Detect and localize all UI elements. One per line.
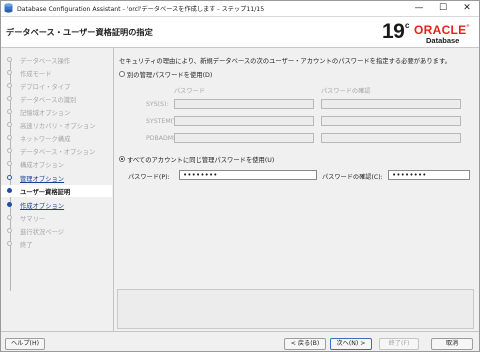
step-label: データベースの識別 (20, 97, 77, 104)
confirm-column-header: パスワードの確認 (321, 88, 371, 95)
pdbadmin-password-field[interactable] (174, 133, 314, 143)
confirm-password-field[interactable]: •••••••• (388, 170, 470, 180)
step-item-network-config: ネットワーク構成 (1, 132, 112, 144)
confirm-password-label: パスワードの確認(C): (322, 174, 383, 181)
pdbadmin-confirm-field[interactable] (321, 133, 461, 143)
sys-label: SYS(S): (146, 101, 169, 108)
system-confirm-field[interactable] (321, 116, 461, 126)
step-item-finish: 終了 (1, 238, 112, 250)
step-item-database-operation: データベース操作 (1, 54, 112, 66)
message-area (117, 289, 474, 329)
maximize-button[interactable]: ☐ (431, 1, 455, 16)
step-item-deployment-type: デプロイ・タイプ (1, 80, 112, 92)
logo-brand: ORACLE® (414, 23, 470, 37)
separate-password-label[interactable]: 別の管理パスワードを使用(D) (127, 70, 212, 79)
oracle-logo: 19 c ORACLE® Database (382, 20, 478, 47)
step-dot-icon (7, 215, 12, 220)
step-dot-icon (7, 228, 12, 233)
finish-button[interactable]: 終了(F) (379, 338, 419, 350)
step-label: 構成オプション (20, 162, 65, 169)
dbca-window: Database Configuration Assistant - 'orcl… (0, 0, 480, 352)
window-title: Database Configuration Assistant - 'orcl… (17, 6, 265, 13)
step-dot-icon (7, 135, 12, 140)
step-label: ユーザー資格証明 (20, 189, 71, 196)
step-dot-icon (7, 161, 12, 166)
step-item-database-options: データベース・オプション (1, 145, 112, 157)
button-bar: ヘルプ(H) < 戻る(B) 次へ(N) > 終了(F) 取消 (1, 331, 479, 352)
step-dot-icon (7, 202, 12, 207)
confirm-password-value: •••••••• (392, 171, 427, 179)
step-dot-icon (7, 109, 12, 114)
step-label: 終了 (20, 242, 33, 249)
step-label: 作成モード (20, 71, 52, 78)
step-dot-icon (7, 70, 12, 75)
step-item-fast-recovery: 高速リカバリ・オプション (1, 119, 112, 131)
step-item-progress-page: 進行状況ページ (1, 225, 112, 237)
step-dot-icon (7, 148, 12, 153)
step-item-creation-mode: 作成モード (1, 67, 112, 79)
step-label: 進行状況ページ (20, 229, 64, 236)
next-button[interactable]: 次へ(N) > (330, 338, 372, 350)
step-label[interactable]: 管理オプション (20, 174, 64, 183)
sys-confirm-field[interactable] (321, 99, 461, 109)
password-column-header: パスワード (174, 88, 205, 95)
credentials-panel: セキュリティの理由により、新規データベースの次のユーザー・アカウントのパスワード… (114, 48, 479, 331)
logo-superscript: c (405, 21, 410, 30)
step-dot-icon (7, 57, 12, 62)
system-password-field[interactable] (174, 116, 314, 126)
step-label: ネットワーク構成 (20, 136, 71, 143)
sys-password-field[interactable] (174, 99, 314, 109)
step-label: サマリー (20, 216, 46, 223)
step-label: 高速リカバリ・オプション (20, 123, 96, 130)
steps-sidebar: データベース操作 作成モード デプロイ・タイプ データベースの識別 記憶域オプシ… (1, 48, 114, 331)
title-bar: Database Configuration Assistant - 'orcl… (1, 1, 479, 17)
password-label: パスワード(P): (128, 174, 170, 181)
close-button[interactable]: ✕ (455, 1, 479, 16)
step-item-creation-option[interactable]: 作成オプション (1, 199, 112, 211)
minimize-button[interactable]: — (407, 1, 431, 16)
step-dot-icon (7, 96, 12, 101)
step-label: 記憶域オプション (20, 110, 71, 117)
step-label: デプロイ・タイプ (20, 84, 71, 91)
step-dot-icon (7, 241, 12, 246)
step-item-storage-option: 記憶域オプション (1, 106, 112, 118)
cancel-button[interactable]: 取消 (431, 338, 473, 350)
app-icon (4, 3, 13, 13)
step-item-config-options: 構成オプション (1, 158, 112, 170)
separate-password-radio[interactable] (119, 71, 125, 77)
password-field[interactable]: •••••••• (179, 170, 317, 180)
logo-version: 19 (382, 20, 405, 43)
password-value: •••••••• (183, 171, 218, 179)
same-password-label[interactable]: すべてのアカウントに同じ管理パスワードを使用(U) (127, 155, 274, 164)
logo-product: Database (426, 36, 460, 45)
same-password-radio[interactable] (119, 156, 125, 162)
step-item-user-credentials[interactable]: ユーザー資格証明 (1, 185, 112, 197)
back-button[interactable]: < 戻る(B) (284, 338, 326, 350)
page-header: データベース・ユーザー資格証明の指定 19 c ORACLE® Database (1, 17, 479, 48)
step-item-database-identification: データベースの識別 (1, 93, 112, 105)
step-item-management-options[interactable]: 管理オプション (1, 172, 112, 184)
step-dot-icon (7, 175, 12, 180)
page-title: データベース・ユーザー資格証明の指定 (6, 27, 153, 37)
step-dot-icon (7, 83, 12, 88)
step-label: データベース・オプション (20, 149, 96, 156)
step-label: データベース操作 (20, 58, 71, 65)
step-item-summary: サマリー (1, 212, 112, 224)
step-dot-icon (7, 188, 12, 193)
help-button[interactable]: ヘルプ(H) (5, 338, 45, 350)
step-dot-icon (7, 122, 12, 127)
step-label[interactable]: 作成オプション (20, 201, 64, 210)
intro-text: セキュリティの理由により、新規データベースの次のユーザー・アカウントのパスワード… (119, 58, 451, 65)
